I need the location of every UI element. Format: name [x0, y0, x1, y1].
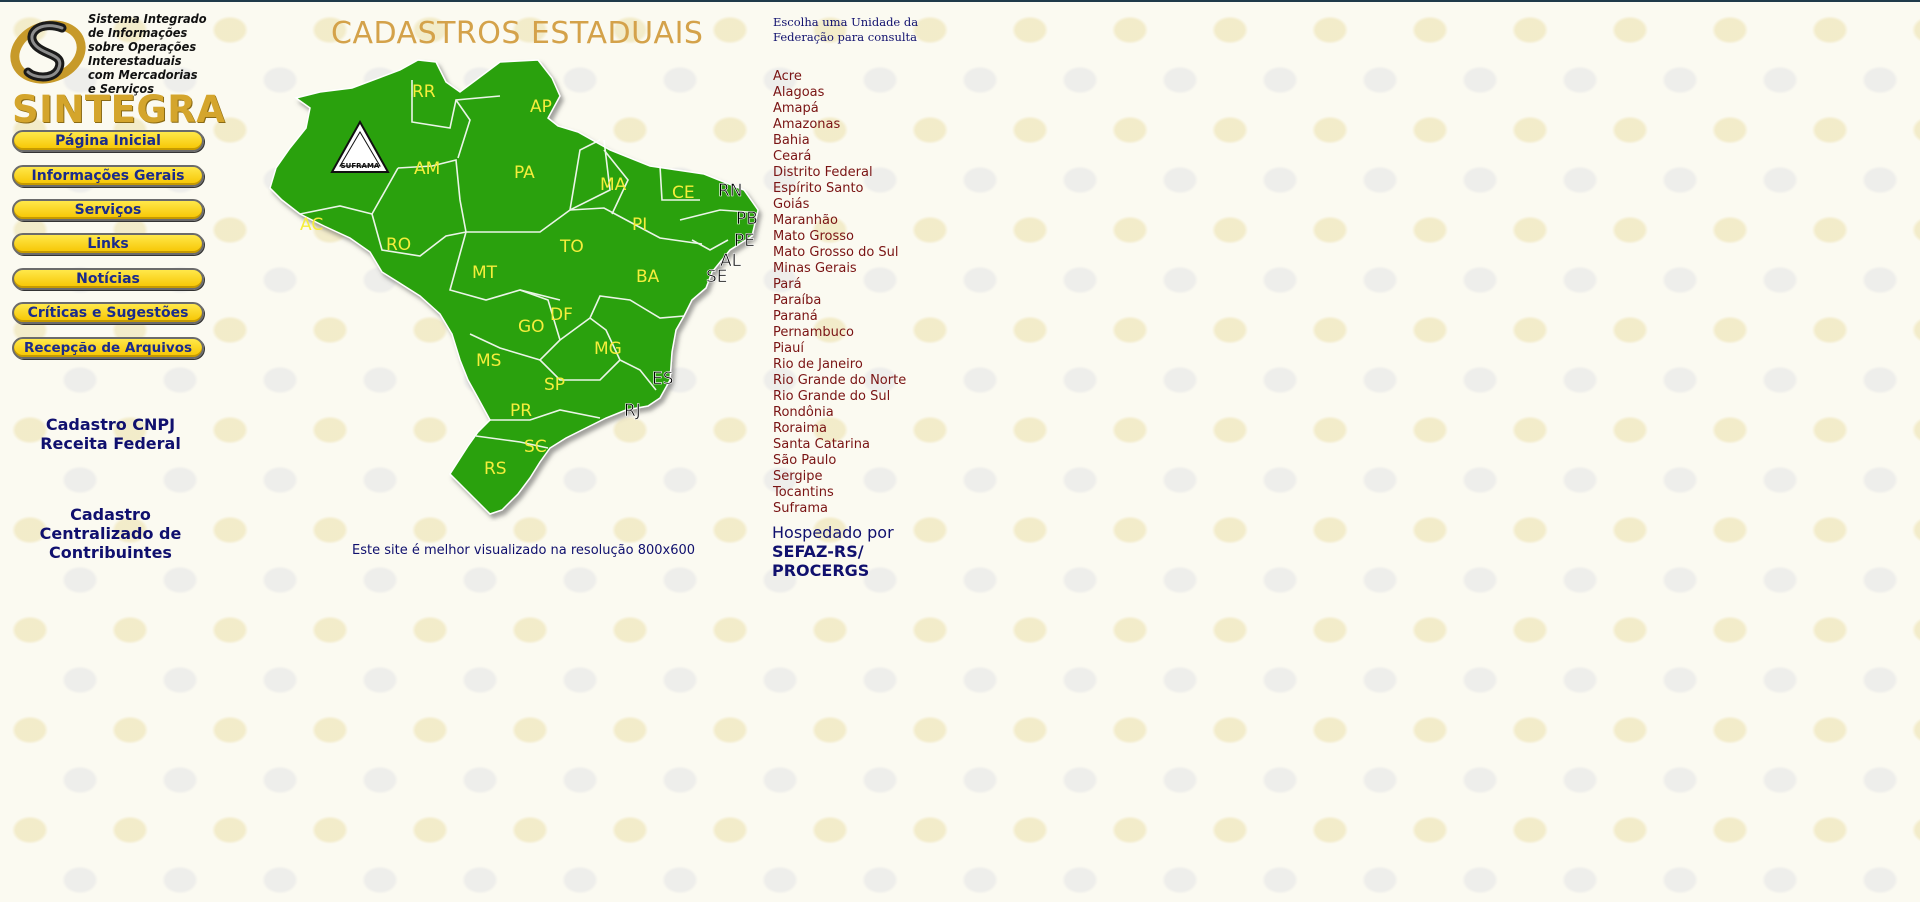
state-label-ap[interactable]: AP [530, 97, 552, 117]
state-label-ce[interactable]: CE [672, 183, 695, 203]
state-link-bahia[interactable]: Bahia [773, 133, 973, 149]
state-link-espirito-santo[interactable]: Espírito Santo [773, 181, 973, 197]
ccc-link-line: Contribuintes [49, 543, 172, 562]
instruction-line: Federação para consulta [773, 30, 918, 44]
hosted-by-line: SEFAZ-RS/ [772, 542, 864, 561]
state-label-df[interactable]: DF [550, 305, 573, 325]
nav-services-button[interactable]: Serviços [12, 199, 204, 221]
logo-wordmark: SINTEGRA [12, 88, 226, 131]
state-label-sp[interactable]: SP [544, 375, 565, 395]
state-link-mato-grosso[interactable]: Mato Grosso [773, 229, 973, 245]
cadastro-ccc-link[interactable]: Cadastro Centralizado de Contribuintes [28, 505, 193, 562]
state-link-goias[interactable]: Goiás [773, 197, 973, 213]
state-link-santa-catarina[interactable]: Santa Catarina [773, 437, 973, 453]
state-link-minas-gerais[interactable]: Minas Gerais [773, 261, 973, 277]
state-link-pernambuco[interactable]: Pernambuco [773, 325, 973, 341]
state-link-ceara[interactable]: Ceará [773, 149, 973, 165]
state-label-pi[interactable]: PI [632, 215, 647, 235]
state-label-ma[interactable]: MA [600, 175, 627, 195]
state-label-pe[interactable]: PE [734, 231, 756, 252]
nav-file-reception-button[interactable]: Recepção de Arquivos [12, 337, 204, 359]
state-label-se[interactable]: SE [706, 267, 728, 288]
nav-feedback-button[interactable]: Críticas e Sugestões [12, 302, 204, 324]
state-label-mt[interactable]: MT [472, 263, 498, 283]
state-link-alagoas[interactable]: Alagoas [773, 85, 973, 101]
state-label-mg[interactable]: MG [594, 339, 622, 359]
state-link-mato-grosso-do-sul[interactable]: Mato Grosso do Sul [773, 245, 973, 261]
logo-tagline: Sistema Integrado de Informações sobre O… [88, 12, 221, 96]
state-label-rj[interactable]: RJ [624, 401, 641, 422]
suframa-badge-label: SUFRAMA [341, 162, 380, 170]
logo-line: com Mercadorias [88, 68, 198, 82]
hosted-label: Hospedado por [772, 523, 894, 542]
cadastro-cnpj-link[interactable]: Cadastro CNPJ Receita Federal [28, 415, 193, 453]
state-label-pa[interactable]: PA [514, 163, 535, 183]
state-link-distrito-federal[interactable]: Distrito Federal [773, 165, 973, 181]
sintegra-s-icon [10, 20, 86, 84]
state-link-amapa[interactable]: Amapá [773, 101, 973, 117]
state-label-pr[interactable]: PR [510, 401, 532, 421]
state-label-am[interactable]: AM [414, 159, 440, 179]
state-link-rio-de-janeiro[interactable]: Rio de Janeiro [773, 357, 973, 373]
nav-news-button[interactable]: Notícias [12, 268, 204, 290]
cnpj-link-line: Receita Federal [40, 434, 181, 453]
nav-home-button[interactable]: Página Inicial [12, 130, 204, 152]
nav-links-button[interactable]: Links [12, 233, 204, 255]
state-link-rio-grande-do-norte[interactable]: Rio Grande do Norte [773, 373, 973, 389]
state-link-list: Acre Alagoas Amapá Amazonas Bahia Ceará … [773, 69, 973, 517]
logo-line: Sistema Integrado [88, 12, 207, 26]
state-link-sergipe[interactable]: Sergipe [773, 469, 973, 485]
state-label-rs[interactable]: RS [484, 459, 507, 479]
logo-line: de Informações [88, 26, 188, 40]
state-link-amazonas[interactable]: Amazonas [773, 117, 973, 133]
instruction-line: Escolha uma Unidade da [773, 15, 919, 29]
choose-state-instruction: Escolha uma Unidade da Federação para co… [773, 15, 923, 45]
state-link-parana[interactable]: Paraná [773, 309, 973, 325]
state-label-ms[interactable]: MS [476, 351, 501, 371]
state-link-roraima[interactable]: Roraima [773, 421, 973, 437]
state-link-rondonia[interactable]: Rondônia [773, 405, 973, 421]
state-label-rn[interactable]: RN [718, 181, 743, 202]
logo-line: Interestaduais [88, 54, 182, 68]
state-label-ba[interactable]: BA [636, 267, 660, 287]
state-label-rr[interactable]: RR [412, 82, 436, 102]
state-label-sc[interactable]: SC [524, 437, 547, 457]
state-label-pb[interactable]: PB [736, 209, 759, 230]
state-link-para[interactable]: Pará [773, 277, 973, 293]
state-label-to[interactable]: TO [559, 237, 584, 257]
state-label-es[interactable]: ES [652, 369, 674, 390]
brazil-map[interactable]: SUFRAMA RR AP AM PA MA CE RN PB PE AL SE… [268, 52, 768, 522]
top-border [0, 0, 1920, 2]
nav-info-button[interactable]: Informações Gerais [12, 165, 204, 187]
state-label-ro[interactable]: RO [386, 235, 411, 255]
sintegra-logo[interactable]: Sistema Integrado de Informações sobre O… [10, 10, 226, 131]
state-link-acre[interactable]: Acre [773, 69, 973, 85]
state-link-rio-grande-do-sul[interactable]: Rio Grande do Sul [773, 389, 973, 405]
state-link-paraiba[interactable]: Paraíba [773, 293, 973, 309]
ccc-link-line: Centralizado de [39, 524, 182, 543]
state-link-piaui[interactable]: Piauí [773, 341, 973, 357]
logo-line: sobre Operações [88, 40, 197, 54]
state-label-go[interactable]: GO [518, 317, 545, 337]
state-link-sao-paulo[interactable]: São Paulo [773, 453, 973, 469]
cnpj-link-line: Cadastro CNPJ [45, 415, 176, 434]
hosted-by-line: PROCERGS [772, 561, 870, 580]
state-link-suframa[interactable]: Suframa [773, 501, 973, 517]
resolution-note: Este site é melhor visualizado na resolu… [352, 543, 696, 558]
ccc-link-line: Cadastro [70, 505, 151, 524]
hosted-by-link[interactable]: SEFAZ-RS/ PROCERGS [772, 542, 912, 580]
state-link-maranhao[interactable]: Maranhão [773, 213, 973, 229]
state-link-tocantins[interactable]: Tocantins [773, 485, 973, 501]
state-label-ac[interactable]: AC [300, 215, 323, 235]
brazil-shape [269, 59, 759, 515]
page-title: CADASTROS ESTADUAIS [331, 16, 704, 51]
